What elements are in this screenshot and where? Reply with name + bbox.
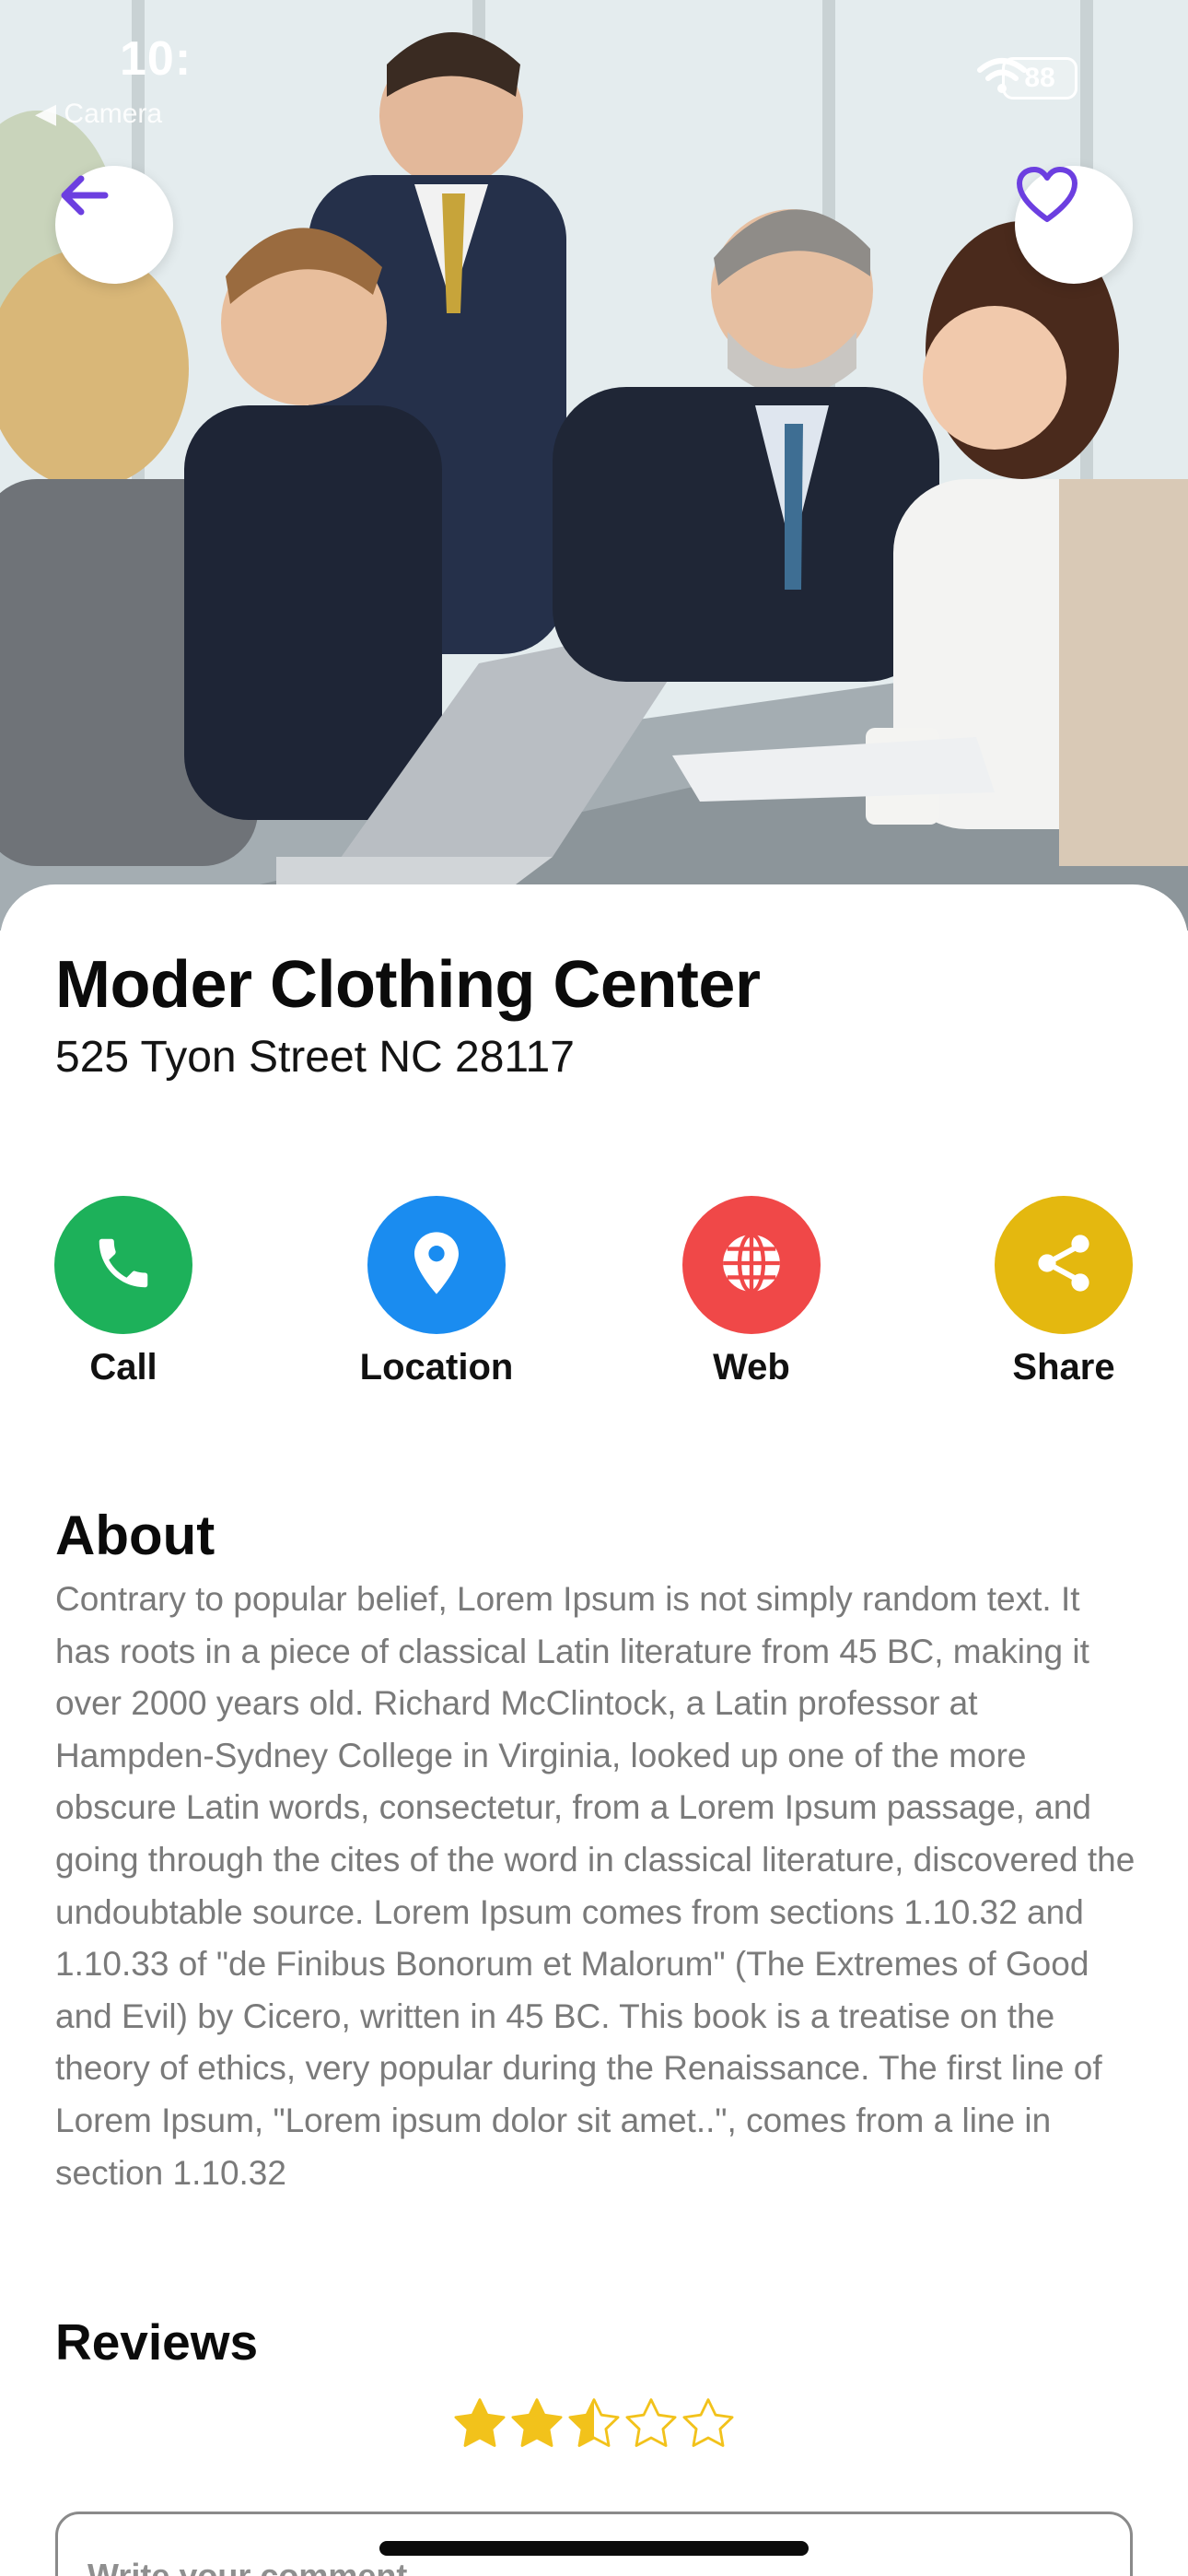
star-icon[interactable] [680, 2395, 737, 2457]
home-indicator [379, 2541, 809, 2556]
favorite-button[interactable] [1015, 166, 1133, 284]
star-icon[interactable] [508, 2395, 565, 2457]
web-circle[interactable] [682, 1196, 821, 1334]
call-circle[interactable] [54, 1196, 192, 1334]
back-button[interactable] [55, 166, 173, 284]
about-text: Contrary to popular belief, Lorem Ipsum … [55, 1580, 1136, 2192]
details-sheet: Moder Clothing Center 525 Tyon Street NC… [0, 884, 1188, 2576]
phone-icon [91, 1231, 156, 1300]
place-address: 525 Tyon Street NC 28117 [55, 1033, 575, 1082]
call-button[interactable]: Call [31, 1196, 215, 1388]
share-icon [1031, 1230, 1097, 1301]
location-circle[interactable] [367, 1196, 506, 1334]
star-icon[interactable] [623, 2395, 680, 2457]
place-title: Moder Clothing Center [55, 948, 761, 1022]
location-label: Location [359, 1347, 514, 1388]
globe-icon [717, 1229, 786, 1302]
share-circle[interactable] [995, 1196, 1133, 1334]
back-to-app-link[interactable]: ◀ Camera [35, 98, 162, 130]
location-pin-icon [409, 1230, 464, 1301]
status-indicators: 88 [976, 57, 1077, 100]
hero-image: 10: ◀ Camera 88 [0, 0, 1188, 931]
star-icon[interactable] [565, 2395, 623, 2457]
share-button[interactable]: Share [972, 1196, 1156, 1388]
action-row: Call Location Web Share [0, 1196, 1188, 1408]
share-label: Share [1012, 1347, 1115, 1388]
web-button[interactable]: Web [659, 1196, 844, 1388]
business-meeting-photo [0, 0, 1188, 931]
star-rating[interactable] [451, 2395, 737, 2457]
about-heading: About [55, 1505, 215, 1566]
reviews-heading: Reviews [55, 2313, 259, 2371]
star-icon[interactable] [451, 2395, 508, 2457]
location-button[interactable]: Location [344, 1196, 529, 1388]
status-time: 10: [120, 32, 192, 86]
call-label: Call [89, 1347, 157, 1388]
web-label: Web [713, 1347, 790, 1388]
